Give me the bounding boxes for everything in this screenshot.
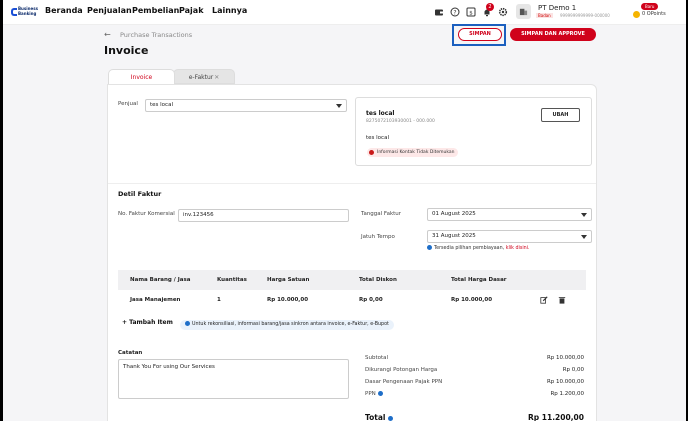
commercial-no-input[interactable]: inv.123456 <box>178 209 349 222</box>
edit-icon[interactable] <box>540 296 548 304</box>
due-date-picker[interactable]: 31 August 2025 <box>427 230 592 243</box>
company-type-badge: Badan <box>536 13 553 18</box>
info-icon <box>427 245 432 250</box>
ppn-label: PPN <box>365 391 385 397</box>
col-header-discount: Total Diskon <box>359 277 397 283</box>
cell-base-price: Rp 10.000,00 <box>451 297 493 303</box>
company-name[interactable]: PT Demo 1 <box>538 4 576 12</box>
chevron-down-icon <box>336 104 342 108</box>
info-icon[interactable] <box>388 415 394 421</box>
add-item-label: Tambah Item <box>129 319 173 326</box>
svg-text:$: $ <box>469 10 473 16</box>
brand-line2: Banking <box>18 11 37 16</box>
app-window: Business Banking Beranda Penjualan Pembe… <box>3 0 686 421</box>
financing-link[interactable]: klik disini. <box>506 246 530 251</box>
tax-base-label: Dasar Pengenaan Pajak PPN <box>365 379 443 385</box>
tax-base-value: Rp 10.000,00 <box>546 379 584 385</box>
subtotal-value: Rp 10.000,00 <box>546 355 584 361</box>
close-icon[interactable]: ✕ <box>214 74 219 81</box>
nav-pajak[interactable]: Pajak <box>179 6 204 15</box>
due-date-value: 31 August 2025 <box>432 233 476 239</box>
points-balance[interactable]: 0 OPoints <box>642 11 666 17</box>
total-value: Rp 11.200,00 <box>528 413 584 421</box>
sync-info-text: Untuk rekonsiliasi, informasi barang/jas… <box>192 322 389 327</box>
ppn-label-text: PPN <box>365 391 376 397</box>
commercial-no-label: No. Faktur Komersial <box>118 211 175 217</box>
section-divider <box>108 183 596 184</box>
total-label: Total <box>365 413 395 421</box>
back-arrow-icon[interactable]: ← <box>104 30 111 39</box>
gear-icon[interactable] <box>498 7 508 17</box>
save-button[interactable]: SIMPAN <box>458 28 502 41</box>
nav-pembelian[interactable]: Pembelian <box>132 6 179 15</box>
contact-warning-badge: Informasi Kontak Tidak Ditemukan <box>367 148 459 157</box>
seller-card-subtitle: tes local <box>366 135 389 141</box>
chevron-down-icon <box>581 235 587 239</box>
col-header-unit-price: Harga Satuan <box>267 277 310 283</box>
top-navigation: Business Banking Beranda Penjualan Pembe… <box>3 0 686 25</box>
seller-label: Penjual <box>118 101 138 107</box>
breadcrumb[interactable]: Purchase Transactions <box>120 31 192 39</box>
subtotal-label: Subtotal <box>365 355 389 361</box>
nav-beranda[interactable]: Beranda <box>45 6 83 15</box>
seller-card-name: tes local <box>366 110 395 117</box>
discount-label: Dikurangi Potongan Harga <box>365 367 438 373</box>
due-date-label: Jatuh Tempo <box>361 234 395 240</box>
tab-efaktur[interactable]: e-Faktur✕ <box>173 69 235 84</box>
seller-select[interactable]: tes local <box>145 99 347 112</box>
company-npwp: 9999999999999-000000 <box>560 13 610 18</box>
help-icon[interactable]: ? <box>450 7 460 17</box>
save-and-approve-button[interactable]: SIMPAN DAN APPROVE <box>510 28 596 41</box>
invoice-detail-title: Detil Faktur <box>118 190 162 198</box>
coin-icon <box>633 11 640 18</box>
ppn-value: Rp 1.200,00 <box>550 391 584 397</box>
company-switcher[interactable] <box>516 4 531 19</box>
cell-item-name: Jasa Manajemen <box>130 297 181 303</box>
sync-info-note: Untuk rekonsiliasi, informasi barang/jas… <box>180 320 394 330</box>
svg-text:?: ? <box>453 9 456 16</box>
notes-label: Catatan <box>118 350 143 356</box>
nav-penjualan[interactable]: Penjualan <box>87 6 132 15</box>
cell-unit-price: Rp 10.000,00 <box>267 297 309 303</box>
discount-value: Rp 0,00 <box>562 367 584 373</box>
wallet-icon[interactable] <box>434 7 444 17</box>
tab-invoice[interactable]: Invoice <box>108 69 175 84</box>
col-header-name: Nama Barang / Jasa <box>130 277 191 283</box>
invoice-date-picker[interactable]: 01 August 2025 <box>427 208 592 221</box>
invoice-date-label: Tanggal Faktur <box>361 211 402 217</box>
notes-textarea[interactable]: Thank You For using Our Services <box>118 359 349 399</box>
invoice-date-value: 01 August 2025 <box>432 211 476 217</box>
chevron-down-icon <box>581 213 587 217</box>
financing-note-text: Tersedia pilihan pembiayaan, <box>434 246 505 251</box>
change-seller-button[interactable]: UBAH <box>541 108 580 122</box>
total-label-text: Total <box>365 413 386 421</box>
brand-logo[interactable]: Business Banking <box>11 6 39 19</box>
building-icon <box>519 8 528 16</box>
cell-qty: 1 <box>217 297 221 303</box>
info-icon <box>185 321 190 326</box>
add-item-button[interactable]: + Tambah Item <box>122 319 173 326</box>
financing-note: Tersedia pilihan pembiayaan, klik disini… <box>427 245 530 251</box>
plus-icon: + <box>122 319 128 326</box>
invoice-icon[interactable]: $ <box>466 7 476 17</box>
seller-card-id: 8275072103930001 - 000.000 <box>366 119 435 124</box>
notification-badge: 2 <box>486 3 494 11</box>
tab-efaktur-label: e-Faktur <box>188 74 214 81</box>
trash-icon[interactable] <box>558 296 566 304</box>
info-icon[interactable] <box>377 391 383 396</box>
contact-warning-text: Informasi Kontak Tidak Ditemukan <box>377 150 455 155</box>
col-header-qty: Kuantitas <box>217 277 247 283</box>
alert-icon <box>369 150 374 155</box>
nav-lainnya[interactable]: Lainnya <box>212 6 247 15</box>
page-title: Invoice <box>104 44 149 57</box>
new-badge: Baru <box>641 3 659 10</box>
col-header-base-price: Total Harga Dasar <box>451 277 507 283</box>
seller-select-value: tes local <box>150 102 173 108</box>
brand-mark-icon <box>11 8 17 16</box>
cell-discount: Rp 0,00 <box>359 297 383 303</box>
